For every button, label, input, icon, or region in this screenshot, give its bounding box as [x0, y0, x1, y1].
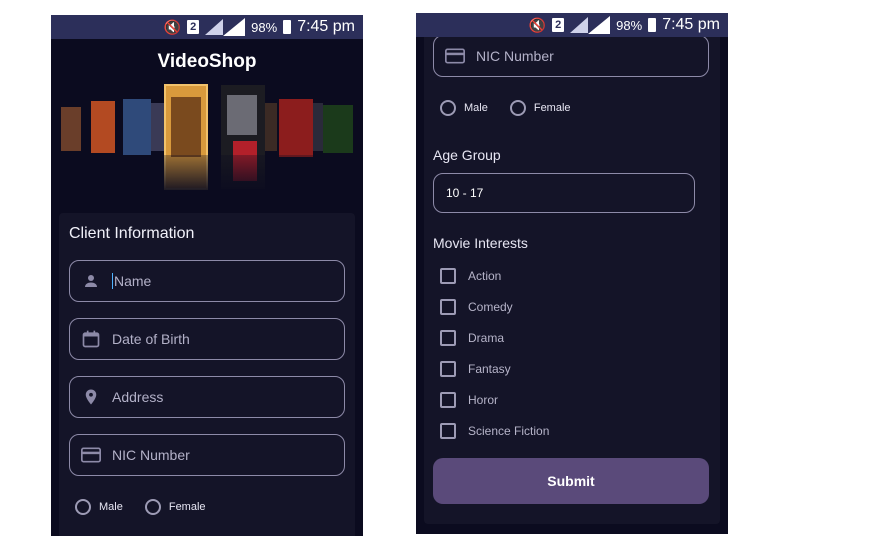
phone-screen-2: NIC Number Male Female Age Group 10 - 17… — [416, 13, 728, 534]
female-radio[interactable] — [144, 499, 161, 515]
movie-interests-label: Movie Interests — [433, 235, 528, 251]
interest-action[interactable]: Action — [440, 268, 501, 284]
client-info-card-scrolled: NIC Number Male Female Age Group 10 - 17… — [424, 13, 720, 524]
name-placeholder: Name — [114, 273, 152, 289]
interest-horor[interactable]: Horor — [440, 392, 498, 408]
movie-posters-banner — [51, 84, 363, 195]
sim-slot-badge: 2 — [552, 18, 565, 32]
signal-icon — [205, 19, 224, 35]
gender-radio-group: Male Female — [75, 499, 228, 515]
address-field[interactable]: Address — [69, 376, 345, 418]
female-radio[interactable] — [509, 100, 526, 116]
submit-button[interactable]: Submit — [433, 458, 709, 504]
text-cursor — [112, 273, 113, 289]
checkbox[interactable] — [440, 423, 456, 439]
app-title: VideoShop — [157, 51, 257, 72]
battery-icon — [283, 20, 292, 34]
checkbox[interactable] — [440, 330, 456, 346]
signal-icon — [570, 17, 589, 33]
client-info-card: Client Information Name Date of Birth Ad… — [59, 213, 355, 536]
date-of-birth-placeholder: Date of Birth — [112, 331, 190, 347]
location-pin-icon — [80, 386, 102, 408]
nic-number-placeholder: NIC Number — [476, 48, 554, 64]
sim-slot-badge: 2 — [187, 20, 200, 34]
mute-icon: 🔇 — [528, 16, 547, 33]
age-group-value: 10 - 17 — [446, 186, 484, 200]
phone-screen-1: 🔇 2 98% 7:45 pm VideoShop Client Informa… — [51, 15, 363, 536]
battery-percent: 98% — [251, 19, 278, 35]
checkbox[interactable] — [440, 361, 456, 377]
interest-label: Fantasy — [468, 362, 511, 376]
female-label: Female — [533, 102, 571, 114]
id-card-icon — [80, 444, 102, 466]
checkbox[interactable] — [440, 392, 456, 408]
person-icon — [80, 270, 102, 292]
interest-label: Action — [468, 269, 502, 283]
clock: 7:45 pm — [297, 18, 355, 35]
interest-science-fiction[interactable]: Science Fiction — [440, 423, 549, 439]
nic-number-placeholder: NIC Number — [112, 447, 190, 463]
checkbox[interactable] — [440, 299, 456, 315]
interest-comedy[interactable]: Comedy — [440, 299, 513, 315]
calendar-icon — [80, 328, 102, 350]
age-group-label: Age Group — [433, 147, 501, 163]
age-group-select[interactable]: 10 - 17 — [433, 173, 695, 213]
name-field[interactable]: Name — [69, 260, 345, 302]
interest-label: Drama — [468, 331, 505, 345]
nic-number-field[interactable]: NIC Number — [433, 35, 709, 77]
address-placeholder: Address — [112, 389, 164, 405]
battery-icon — [648, 18, 657, 32]
signal-strength-icon — [223, 18, 246, 36]
mute-icon: 🔇 — [163, 18, 182, 35]
female-label: Female — [168, 501, 206, 513]
id-card-icon — [444, 45, 466, 67]
male-radio[interactable] — [440, 100, 456, 116]
interest-fantasy[interactable]: Fantasy — [440, 361, 511, 377]
male-radio[interactable] — [75, 499, 91, 515]
interest-label: Science Fiction — [468, 424, 550, 438]
date-of-birth-field[interactable]: Date of Birth — [69, 318, 345, 360]
status-bar: 🔇 2 98% 7:45 pm — [416, 13, 728, 37]
checkbox[interactable] — [440, 268, 456, 284]
nic-number-field[interactable]: NIC Number — [69, 434, 345, 476]
interest-label: Comedy — [468, 300, 513, 314]
signal-strength-icon — [588, 16, 611, 34]
interest-label: Horor — [468, 393, 499, 407]
section-title: Client Information — [69, 225, 195, 242]
gender-radio-group: Male Female — [440, 100, 593, 116]
battery-percent: 98% — [616, 17, 643, 33]
clock: 7:45 pm — [662, 16, 720, 33]
status-bar: 🔇 2 98% 7:45 pm — [51, 15, 363, 39]
interest-drama[interactable]: Drama — [440, 330, 504, 346]
male-label: Male — [464, 102, 488, 114]
male-label: Male — [99, 501, 123, 513]
